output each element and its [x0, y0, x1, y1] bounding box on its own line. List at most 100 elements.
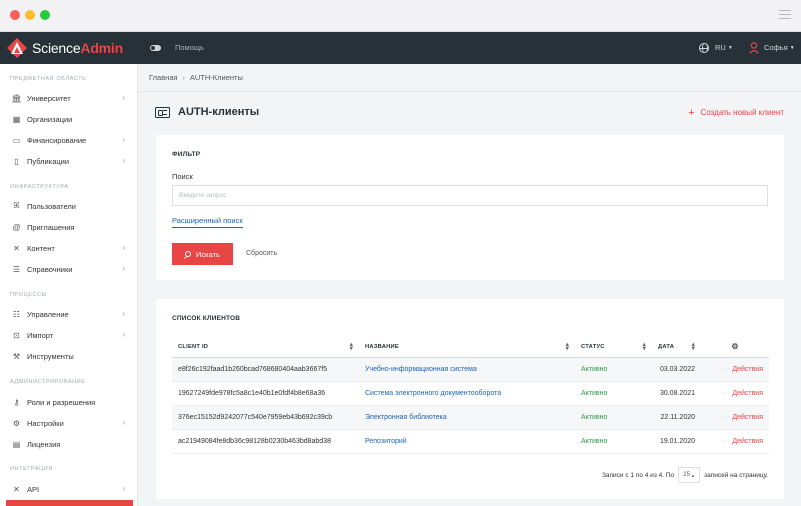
sidebar-item-label: Настройки — [27, 418, 64, 428]
more-icon: ··· — [722, 437, 730, 445]
date-cell: 03.03.2022 — [652, 357, 701, 382]
client-id-cell: e8f26c192faad1b260bcad768680404aab3667f5 — [172, 357, 359, 382]
chevron-right-icon: › — [122, 243, 125, 252]
page-size-value: 25 — [683, 472, 690, 478]
import-icon: ⊡ — [13, 330, 20, 340]
sidebar-item-label: Приглашения — [27, 222, 75, 232]
actions-menu[interactable]: ··· Действия — [701, 405, 769, 430]
column-header-label: CLIENT ID — [178, 343, 209, 350]
page-title-text: AUTH-клиенты — [178, 106, 260, 118]
hamburger-menu-icon[interactable] — [779, 10, 791, 19]
chevron-right-icon: › — [122, 309, 125, 318]
table-row: 19627249fde978fc5a8c1e40b1e0fdf4b8e68a36… — [172, 381, 769, 406]
sidebar-item-management[interactable]: ☷ Управление › — [0, 304, 137, 324]
sidebar-item-directories[interactable]: ☰ Справочники › — [0, 259, 137, 279]
pagination-summary: Записи с 1 по 4 из 4. По — [601, 471, 675, 479]
sidebar-item-label: Инструменты — [27, 351, 74, 361]
sidebar-section-title: ПРОЦЕССЫ — [10, 292, 48, 298]
column-header-name[interactable]: НАЗВАНИЕ ▴ ▾ — [359, 337, 575, 358]
help-link[interactable]: Помощь — [175, 43, 204, 52]
user-icon[interactable] — [749, 42, 759, 54]
advanced-search-link[interactable]: Расширенный поиск — [172, 216, 243, 228]
sidebar-item-roles[interactable]: ⚷ Роли и разрешения — [0, 392, 137, 412]
status-cell: Активно — [575, 405, 652, 430]
sidebar-active-item[interactable] — [6, 500, 133, 506]
chevron-right-icon: › — [122, 264, 125, 273]
sidebar-item-publications[interactable]: ▯ Публикации › — [0, 151, 137, 171]
client-id-cell: 376ec15152d9242077c540e7959eb43b692c39cb — [172, 405, 359, 430]
client-name-link[interactable]: Учебно-информационная система — [359, 357, 575, 382]
list-icon: ☰ — [12, 264, 21, 274]
sidebar-item-users[interactable]: ꕤ Пользователи — [0, 196, 137, 216]
content-icon: ✕ — [13, 243, 20, 253]
sidebar-section-title: АДМИНИСТРИРОВАНИЕ — [10, 379, 86, 385]
sidebar-item-api[interactable]: ✕ API › — [0, 479, 137, 499]
document-icon: ▤ — [12, 439, 21, 449]
sort-icon[interactable]: ▴ ▾ — [643, 342, 646, 352]
main-content: Главная › AUTH-Клиенты AUTH-клиенты + Созда… — [138, 64, 801, 506]
sidebar-item-label: Справочники — [27, 264, 73, 274]
actions-menu[interactable]: ··· Действия — [701, 381, 769, 406]
actions-menu[interactable]: ··· Действия — [701, 429, 769, 454]
client-name-link[interactable]: Репозиторий — [359, 429, 575, 454]
globe-icon[interactable] — [699, 43, 709, 53]
sort-icon[interactable]: ▴ ▾ — [566, 342, 569, 352]
money-icon: ▭ — [12, 135, 21, 145]
close-window-button[interactable] — [10, 10, 20, 20]
sidebar-item-label: Университет — [27, 93, 71, 103]
sidebar-item-settings[interactable]: ⚙︎ Настройки › — [0, 413, 137, 433]
sidebar-item-label: Лицензия — [27, 439, 61, 449]
create-client-button[interactable]: + Создать новый клиент — [688, 107, 784, 119]
chevron-right-icon: › — [122, 93, 125, 102]
column-header-client-id[interactable]: CLIENT ID ▴ ▾ — [172, 337, 359, 358]
status-cell: Активно — [575, 357, 652, 382]
actions-label: Действия — [732, 365, 763, 373]
sort-icon[interactable]: ▴ ▾ — [350, 342, 353, 352]
users-icon: ꕤ — [13, 201, 20, 210]
client-id-cell: ac21949084fe8db36c98128b0230b463bd8abd38 — [172, 429, 359, 454]
sidebar-item-funding[interactable]: ▭ Финансирование › — [0, 130, 137, 150]
actions-label: Действия — [732, 413, 763, 421]
search-button[interactable]: Искать — [172, 243, 233, 265]
chevron-right-icon: › — [122, 156, 125, 165]
sidebar-item-organizations[interactable]: ▦ Организации — [0, 109, 137, 129]
sidebar-item-label: Пользователи — [27, 201, 76, 211]
more-icon: ··· — [722, 389, 730, 397]
table-row: ac21949084fe8db36c98128b0230b463bd8abd38… — [172, 429, 769, 454]
brand-logo-icon — [7, 38, 27, 58]
column-header-date[interactable]: ДАТА ▴ ▾ — [652, 337, 701, 358]
sidebar-item-import[interactable]: ⊡ Импорт › — [0, 325, 137, 345]
api-icon: ✕ — [13, 484, 20, 494]
search-input[interactable] — [172, 185, 768, 206]
wrench-icon: ⚒︎ — [12, 351, 21, 361]
clients-table: CLIENT ID ▴ ▾ НАЗВАНИЕ ▴ ▾ СТАТУС ▴ ▾ ДАТА ▴ ▾ ⚙… — [172, 337, 769, 454]
university-icon: 🏛︎ — [11, 93, 22, 103]
column-header-label: НАЗВАНИЕ — [365, 343, 399, 350]
reset-button[interactable]: Сбросить — [246, 250, 277, 257]
minimize-window-button[interactable] — [25, 10, 35, 20]
sidebar-item-tools[interactable]: ⚒︎ Инструменты — [0, 346, 137, 366]
gear-icon[interactable]: ⚙︎ — [731, 342, 738, 351]
sort-icon[interactable]: ▴ ▾ — [692, 342, 695, 352]
language-selector[interactable]: RU ▼ — [715, 43, 733, 52]
column-header-status[interactable]: СТАТУС ▴ ▾ — [575, 337, 652, 358]
user-menu[interactable]: Софья ▼ — [764, 43, 795, 52]
sidebar-item-license[interactable]: ▤ Лицензия — [0, 434, 137, 454]
breadcrumb-current: AUTH-Клиенты — [189, 73, 243, 82]
sidebar-item-invitations[interactable]: @ Приглашения — [0, 217, 137, 237]
breadcrumb-home[interactable]: Главная — [149, 73, 178, 82]
sidebar-toggle-icon[interactable] — [150, 45, 161, 51]
page-size-select[interactable]: 25 ▲ — [678, 467, 701, 483]
more-icon: ··· — [722, 365, 730, 373]
client-name-link[interactable]: Система электронного документооборота — [359, 381, 575, 406]
sidebar-section-title: ИНТЕГРАЦИЯ — [10, 466, 53, 472]
pagination: Записи с 1 по 4 из 4. По 25 ▲ записей на … — [602, 467, 768, 483]
sidebar-item-university[interactable]: 🏛︎ Университет › — [0, 88, 137, 108]
brand[interactable]: ScienceAdmin — [0, 32, 138, 64]
client-name-link[interactable]: Электронная библиотека — [359, 405, 575, 430]
maximize-window-button[interactable] — [40, 10, 50, 20]
actions-menu[interactable]: ··· Действия — [701, 357, 769, 382]
sidebar-item-content[interactable]: ✕ Контент › — [0, 238, 137, 258]
column-settings-header[interactable]: ⚙︎ — [701, 337, 769, 358]
sidebar-item-label: Роли и разрешения — [27, 397, 96, 407]
